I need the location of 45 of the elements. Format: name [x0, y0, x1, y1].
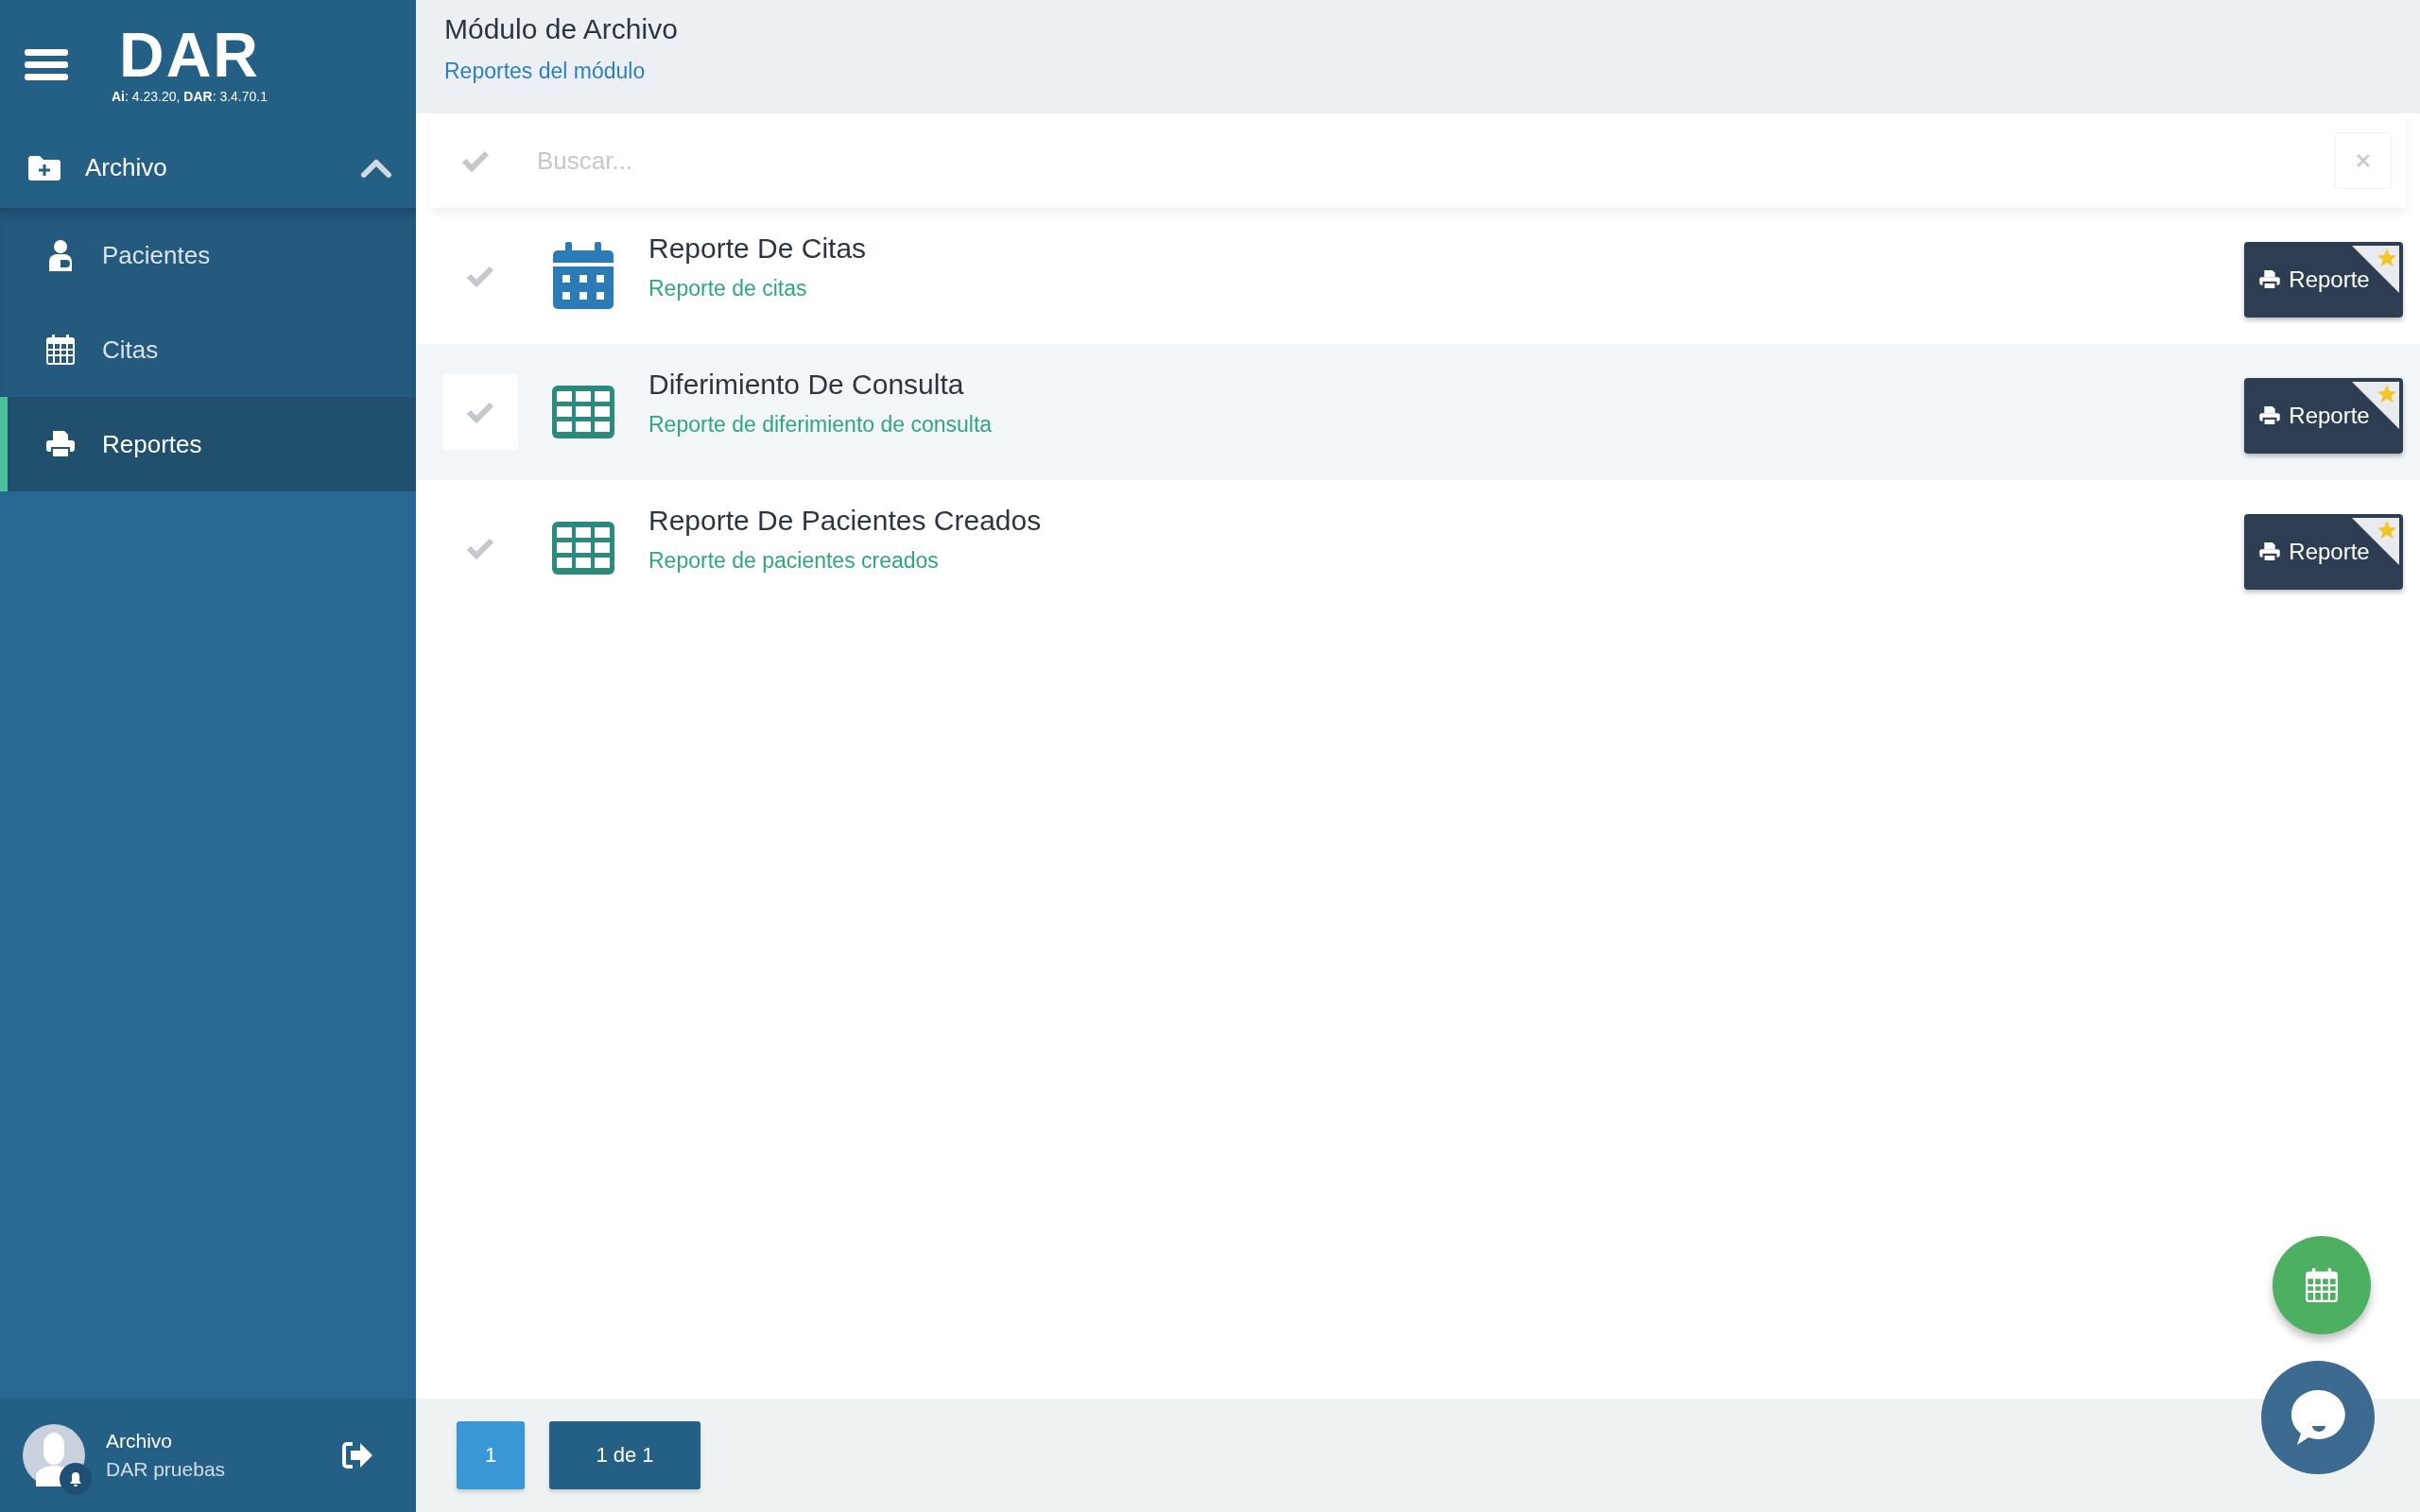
logout-icon[interactable]: [341, 1441, 373, 1469]
folder-plus-icon: [28, 155, 60, 180]
report-description: Reporte de pacientes creados: [648, 547, 940, 574]
page-title: Módulo de Archivo: [444, 13, 679, 45]
sidebar-item[interactable]: Citas: [0, 302, 416, 397]
page-subtitle: Reportes del módulo: [444, 59, 647, 84]
chat-bubble-icon: [2290, 1388, 2346, 1447]
calendar-fab[interactable]: [2273, 1236, 2371, 1334]
report-row[interactable]: Reporte De Citas Reporte de citas Reporte: [416, 208, 2420, 344]
sidebar-item[interactable]: Pacientes: [0, 208, 416, 302]
report-title: Reporte De Citas: [648, 232, 868, 265]
user-subtitle: DAR pruebas: [106, 1458, 227, 1481]
version-text: Ai: 4.23.20, DAR: 3.4.70.1: [112, 88, 268, 104]
logo-text: DAR: [119, 24, 260, 85]
calendar-icon: [552, 242, 614, 310]
sidebar-section[interactable]: Archivo: [0, 128, 416, 208]
check-icon: [466, 537, 494, 559]
menu-button[interactable]: [25, 46, 68, 81]
report-description: Reporte de citas: [648, 275, 808, 301]
calendar-icon: [2305, 1268, 2339, 1302]
sidebar-item[interactable]: Reportes: [0, 397, 416, 491]
close-icon: [2356, 153, 2371, 168]
report-button[interactable]: Reporte: [2244, 514, 2403, 590]
printer-icon: [2258, 542, 2282, 561]
chevron-icon: [361, 158, 391, 178]
table-icon: [552, 522, 614, 575]
printer-icon: [2258, 270, 2282, 289]
report-description: Reporte de diferimiento de consulta: [648, 411, 994, 438]
bell-icon[interactable]: [60, 1463, 92, 1495]
check-icon: [466, 265, 494, 287]
page-summary[interactable]: 1 de 1: [549, 1421, 700, 1489]
report-title: Diferimiento De Consulta: [648, 368, 965, 401]
printer-icon: [2258, 406, 2282, 425]
check-icon: [466, 401, 494, 423]
calendar-icon: [45, 335, 76, 365]
check-icon[interactable]: [461, 149, 490, 172]
report-row[interactable]: Reporte De Pacientes Creados Reporte de pacientes creados Reporte: [416, 480, 2420, 616]
row-checkbox[interactable]: [442, 374, 518, 450]
report-button[interactable]: Reporte: [2244, 378, 2403, 454]
printer-icon: [45, 431, 76, 457]
report-button[interactable]: Reporte: [2244, 242, 2403, 318]
user-name: Archivo: [106, 1430, 174, 1452]
table-icon: [552, 386, 614, 438]
report-row[interactable]: Diferimiento De Consulta Reporte de diferimiento de consulta Reporte: [416, 344, 2420, 480]
report-title: Reporte De Pacientes Creados: [648, 504, 1043, 537]
